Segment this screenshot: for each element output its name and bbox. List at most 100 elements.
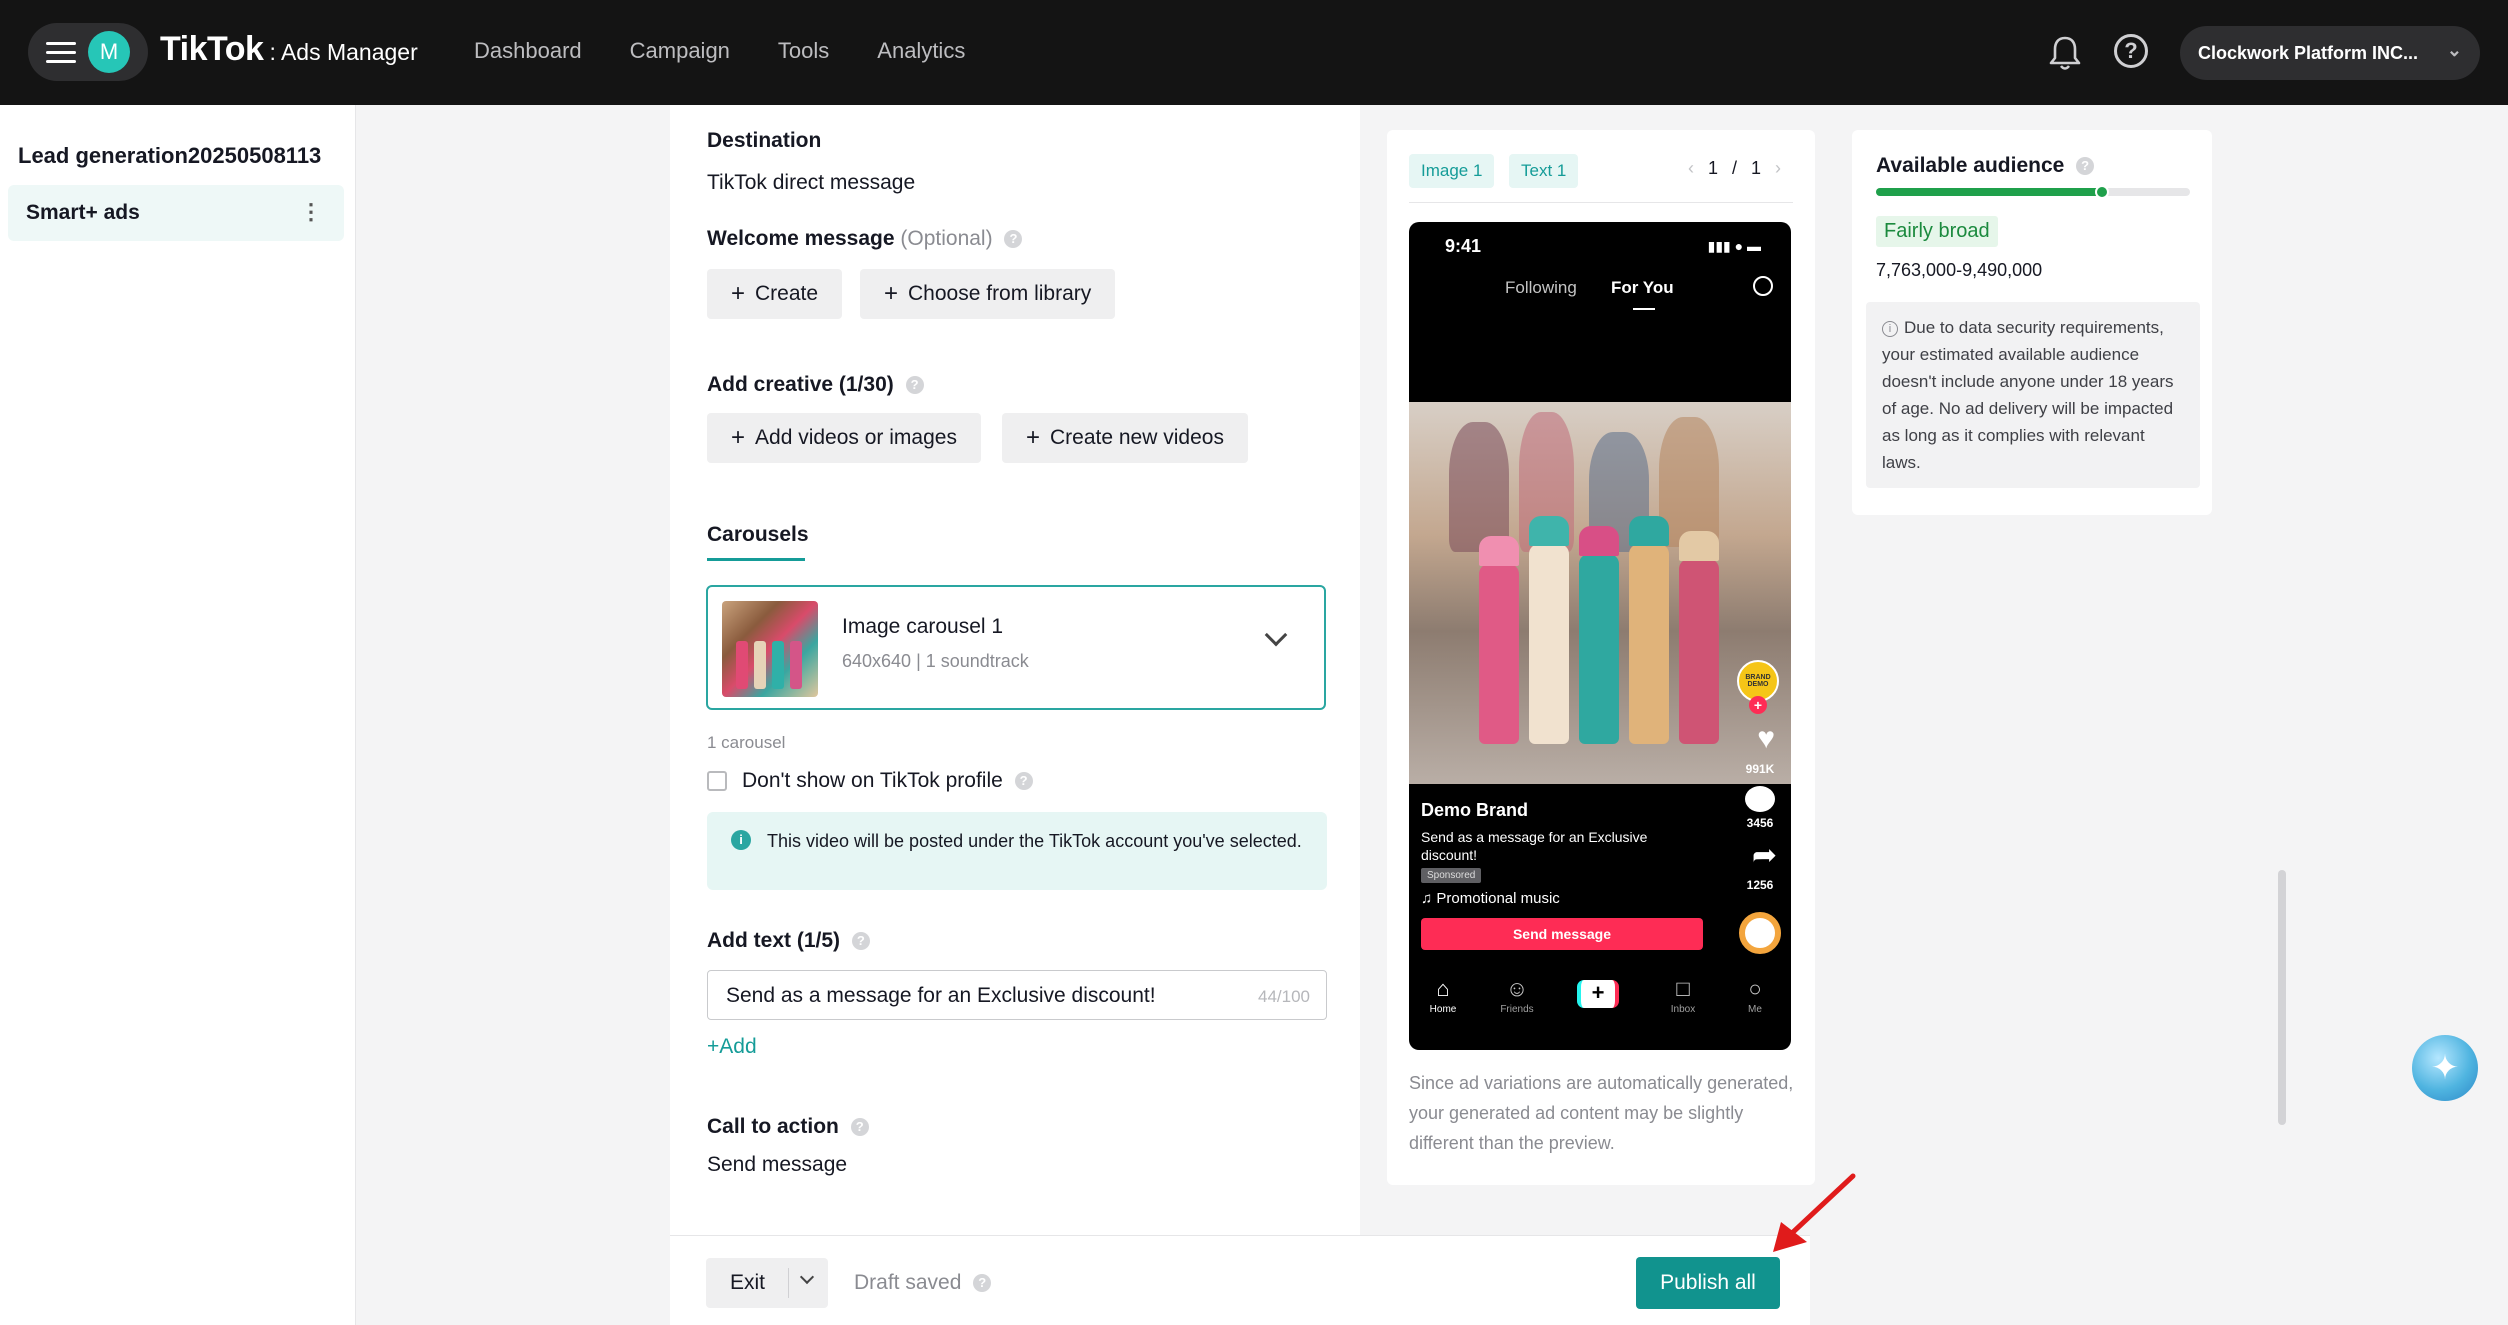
share-icon: ➦ xyxy=(1751,839,1777,872)
choose-from-library-button[interactable]: + Choose from library xyxy=(860,269,1116,319)
chevron-right-icon[interactable]: › xyxy=(1775,158,1781,179)
exit-button[interactable]: Exit xyxy=(706,1258,828,1308)
tab-carousels[interactable]: Carousels xyxy=(707,523,809,547)
question-icon[interactable]: ? xyxy=(973,1274,992,1293)
carousel-card[interactable]: Image carousel 1 640x640 | 1 soundtrack xyxy=(706,585,1326,710)
menu-account-pill[interactable]: M xyxy=(28,23,148,81)
audience-note: i Due to data security requirements, your… xyxy=(1866,302,2200,488)
phone-cta-button: Send message xyxy=(1421,918,1703,950)
library-label: Choose from library xyxy=(908,282,1092,305)
phone-nav-label: Friends xyxy=(1500,1004,1534,1015)
add-text-label: Add text (1/5) ? xyxy=(707,929,870,953)
nav-campaign[interactable]: Campaign xyxy=(630,38,730,64)
question-icon[interactable]: ? xyxy=(851,932,870,951)
hamburger-icon[interactable] xyxy=(46,42,76,64)
preview-pager: ‹ 1 / 1 › xyxy=(1688,158,1781,179)
phone-nav-home: ⌂ Home xyxy=(1413,976,1473,1015)
create-plus-icon: + xyxy=(1577,980,1619,1008)
hide-profile-checkbox[interactable] xyxy=(707,771,727,791)
ad-form: Destination TikTok direct message Welcom… xyxy=(670,105,1360,1235)
inbox-icon: □ xyxy=(1676,976,1690,1001)
info-text: This video will be posted under the TikT… xyxy=(767,831,1302,851)
account-switcher[interactable]: Clockwork Platform INC... ⌄ xyxy=(2180,26,2480,80)
add-media-label: Add videos or images xyxy=(755,426,957,449)
ad-text-value: Send as a message for an Exclusive disco… xyxy=(726,984,1156,1007)
chevron-down-icon[interactable] xyxy=(799,1269,815,1285)
cta-label: Call to action ? xyxy=(707,1115,869,1139)
destination-value: TikTok direct message xyxy=(707,171,916,194)
shares-count: 1256 xyxy=(1746,878,1774,892)
campaign-name[interactable]: Lead generation20250508113 xyxy=(18,143,348,169)
pager-current: 1 xyxy=(1707,158,1718,178)
nav-dashboard[interactable]: Dashboard xyxy=(474,38,582,64)
audience-note-text: Due to data security requirements, your … xyxy=(1882,318,2174,472)
phone-bottom-nav: ⌂ Home ☺ Friends + □ Inbox ○ Me xyxy=(1409,966,1791,1050)
add-videos-images-button[interactable]: + Add videos or images xyxy=(707,413,981,463)
add-text-link[interactable]: +Add xyxy=(707,1035,757,1059)
question-icon[interactable]: ? xyxy=(1014,772,1033,791)
preview-tab-image[interactable]: Image 1 xyxy=(1409,154,1495,188)
phone-nav-label: Home xyxy=(1429,1004,1457,1015)
carousel-thumbnail xyxy=(722,601,818,697)
follow-plus-icon: + xyxy=(1749,696,1767,714)
question-icon[interactable]: ? xyxy=(2076,157,2095,176)
phone-nav-me: ○ Me xyxy=(1725,976,1785,1015)
phone-nav-label: Inbox xyxy=(1670,1004,1696,1015)
tab-underline xyxy=(707,558,805,561)
sidebar-item-smart-ads[interactable]: Smart+ ads ⋮ xyxy=(8,185,344,241)
chevron-left-icon[interactable]: ‹ xyxy=(1688,158,1694,179)
create-welcome-button[interactable]: + Create xyxy=(707,269,843,319)
ad-creative-image xyxy=(1409,402,1791,784)
draft-text: Draft saved xyxy=(854,1271,962,1294)
info-icon: i xyxy=(1882,320,1898,337)
divider xyxy=(788,1268,789,1298)
main-nav: Dashboard Campaign Tools Analytics xyxy=(474,38,965,64)
question-icon[interactable]: ? xyxy=(905,376,924,395)
friends-icon: ☺ xyxy=(1505,976,1529,1001)
comments-count: 3456 xyxy=(1746,816,1774,830)
pager-total: 1 xyxy=(1750,158,1761,178)
hide-profile-label: Don't show on TikTok profile ? xyxy=(742,769,1033,793)
account-name: Clockwork Platform INC... xyxy=(2198,42,2419,63)
sparkle-icon[interactable]: ✦ xyxy=(2412,1035,2478,1101)
phone-caption: Send as a message for an Exclusive disco… xyxy=(1421,829,1648,863)
audience-title-text: Available audience xyxy=(1876,154,2065,177)
question-icon[interactable]: ? xyxy=(850,1118,869,1137)
create-new-videos-button[interactable]: + Create new videos xyxy=(1002,413,1248,463)
audience-meter-marker xyxy=(2095,185,2110,199)
carousel-title: Image carousel 1 xyxy=(842,615,1004,638)
cta-value: Send message xyxy=(707,1153,848,1176)
add-text-title: Add text (1/5) xyxy=(707,929,841,952)
welcome-message-label: Welcome message (Optional) ? xyxy=(707,227,1023,251)
phone-tab-foryou: For You xyxy=(1611,278,1674,297)
question-icon[interactable]: ? xyxy=(1004,230,1023,249)
ad-text-counter: 44/100 xyxy=(1258,987,1310,1006)
avatar[interactable]: M xyxy=(88,31,130,73)
nav-tools[interactable]: Tools xyxy=(778,38,829,64)
phone-nav-label: Me xyxy=(1748,1004,1762,1015)
create-videos-label: Create new videos xyxy=(1050,426,1224,449)
phone-time: 9:41 xyxy=(1445,236,1482,256)
preview-tab-text[interactable]: Text 1 xyxy=(1509,154,1579,188)
sidebar: Lead generation20250508113 Smart+ ads ⋮ xyxy=(0,105,356,1325)
audience-meter-fill xyxy=(1876,188,2103,196)
ad-text-input[interactable]: Send as a message for an Exclusive disco… xyxy=(707,970,1327,1020)
phone-tab-underline xyxy=(1633,308,1655,310)
logo-sub: : Ads Manager xyxy=(269,39,418,65)
audience-meter xyxy=(1876,185,2190,199)
help-icon[interactable]: ? xyxy=(2114,34,2148,68)
page-scrollbar[interactable] xyxy=(2278,870,2286,1125)
chevron-down-icon[interactable] xyxy=(1264,623,1288,647)
audience-title: Available audience ? xyxy=(1876,154,2095,178)
nav-analytics[interactable]: Analytics xyxy=(877,38,965,64)
kebab-icon[interactable]: ⋮ xyxy=(300,199,322,225)
available-audience-panel: Available audience ? Fairly broad 7,763,… xyxy=(1852,130,2212,515)
tiktok-ads-manager-logo[interactable]: TikTok : Ads Manager xyxy=(160,30,418,69)
bottom-action-bar: Exit Draft saved ? Publish all xyxy=(670,1235,1810,1325)
bell-icon[interactable] xyxy=(2048,34,2082,72)
plus-icon: + xyxy=(731,424,746,451)
publish-all-button[interactable]: Publish all xyxy=(1636,1257,1780,1309)
phone-nav-inbox: □ Inbox xyxy=(1653,976,1713,1015)
info-icon: i xyxy=(731,830,751,850)
carousel-meta: 640x640 | 1 soundtrack xyxy=(842,651,1029,671)
